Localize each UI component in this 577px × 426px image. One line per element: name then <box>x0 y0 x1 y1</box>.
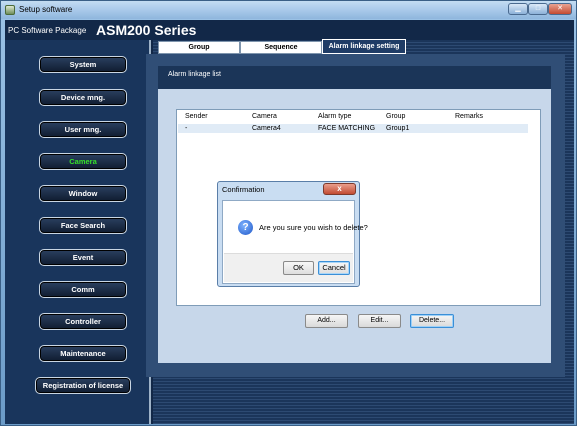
sidebar-item-comm[interactable]: Comm <box>39 281 127 298</box>
sidebar-item-window[interactable]: Window <box>39 185 127 202</box>
dialog-message: Are you sure you wish to delete? <box>259 223 368 232</box>
sidebar: System Device mng. User mng. Camera Wind… <box>5 40 151 424</box>
ok-button[interactable]: OK <box>283 261 314 275</box>
dialog-body: ? Are you sure you wish to delete? OK Ca… <box>222 200 368 284</box>
sidebar-item-maintenance[interactable]: Maintenance <box>39 345 127 362</box>
tab-group[interactable]: Group <box>158 41 240 54</box>
dialog-footer: OK Cancel <box>224 253 353 282</box>
sidebar-item-controller[interactable]: Controller <box>39 313 127 330</box>
app-icon <box>5 5 15 15</box>
column-header-alarm-type[interactable]: Alarm type <box>318 113 351 120</box>
delete-button[interactable]: Delete... <box>410 314 454 328</box>
tab-sequence[interactable]: Sequence <box>240 41 322 54</box>
sidebar-item-registration-of-license[interactable]: Registration of license <box>35 377 131 394</box>
sidebar-item-user-mng[interactable]: User mng. <box>39 121 127 138</box>
maximize-button[interactable]: □ <box>528 3 548 15</box>
cancel-button[interactable]: Cancel <box>318 261 350 275</box>
question-icon: ? <box>238 220 253 235</box>
brand-header: PC Software Package ASM200 Series <box>5 20 574 40</box>
edit-button[interactable]: Edit... <box>358 314 401 328</box>
column-header-remarks[interactable]: Remarks <box>455 113 483 120</box>
column-header-camera[interactable]: Camera <box>252 113 277 120</box>
cell-alarm-type: FACE MATCHING <box>318 125 376 132</box>
sidebar-item-face-search[interactable]: Face Search <box>39 217 127 234</box>
cell-camera: Camera4 <box>252 125 281 132</box>
sidebar-item-system[interactable]: System <box>39 56 127 73</box>
cell-group: Group1 <box>386 125 410 132</box>
close-window-button[interactable]: ✕ <box>548 3 572 15</box>
tab-alarm-linkage-setting[interactable]: Alarm linkage setting <box>322 39 406 54</box>
column-header-group[interactable]: Group <box>386 113 405 120</box>
dialog-close-button[interactable]: x <box>323 183 356 195</box>
column-header-sender[interactable]: Sender <box>185 113 208 120</box>
cell-sender: - <box>185 125 188 132</box>
brand-prefix: PC Software Package <box>8 26 87 35</box>
dialog-title: Confirmation <box>222 185 265 194</box>
window-title: Setup software <box>19 5 73 14</box>
product-name: ASM200 Series <box>96 22 197 38</box>
sidebar-item-event[interactable]: Event <box>39 249 127 266</box>
title-bar: Setup software ▁ □ ✕ <box>1 1 576 19</box>
sidebar-item-device-mng[interactable]: Device mng. <box>39 89 127 106</box>
list-title: Alarm linkage list <box>168 71 221 78</box>
confirmation-dialog: Confirmation x ? Are you sure you wish t… <box>217 181 368 287</box>
add-button[interactable]: Add... <box>305 314 348 328</box>
sidebar-item-camera[interactable]: Camera <box>39 153 127 170</box>
minimize-button[interactable]: ▁ <box>508 3 528 15</box>
